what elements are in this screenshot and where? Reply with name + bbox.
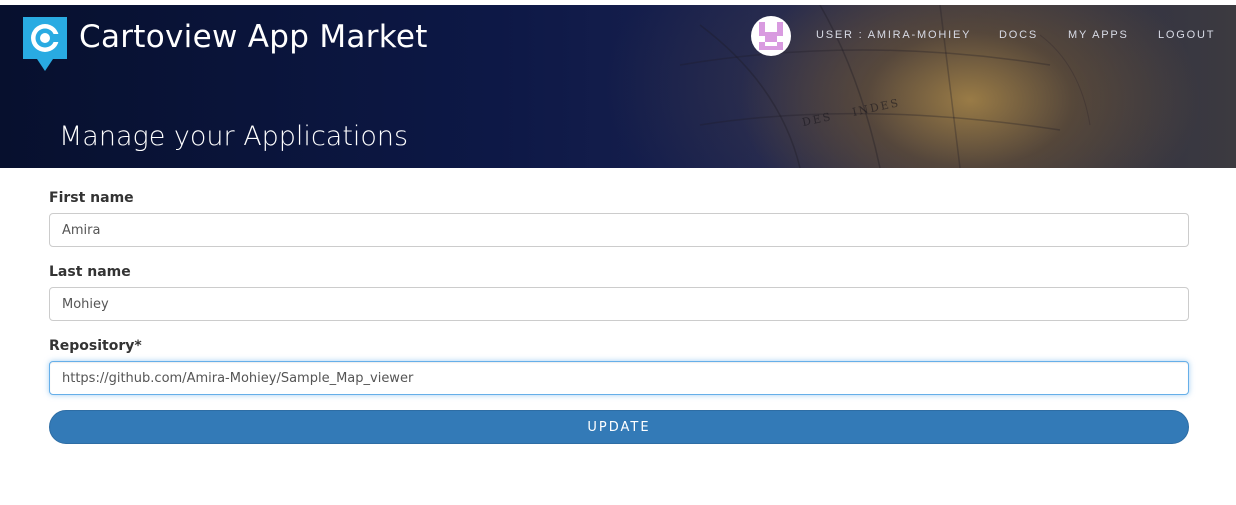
nav-docs[interactable]: DOCS bbox=[999, 29, 1038, 41]
repository-field[interactable] bbox=[49, 361, 1189, 395]
nav-user[interactable]: USER : AMIRA-MOHIEY bbox=[816, 29, 971, 41]
last-name-label: Last name bbox=[49, 264, 131, 280]
repository-label: Repository* bbox=[49, 338, 142, 354]
last-name-field[interactable] bbox=[49, 287, 1189, 321]
header-banner: DES INDES Cartoview App Market USER : AM… bbox=[0, 5, 1236, 168]
first-name-field[interactable] bbox=[49, 213, 1189, 247]
first-name-label: First name bbox=[49, 190, 134, 206]
nav-my-apps[interactable]: MY APPS bbox=[1068, 29, 1129, 41]
update-button[interactable]: UPDATE bbox=[49, 410, 1189, 444]
brand-title[interactable]: Cartoview App Market bbox=[79, 19, 428, 55]
user-avatar-icon[interactable] bbox=[751, 16, 791, 56]
page-title: Manage your Applications bbox=[59, 121, 409, 152]
cartoview-logo-icon bbox=[23, 17, 67, 71]
nav-logout[interactable]: LOGOUT bbox=[1158, 29, 1215, 41]
